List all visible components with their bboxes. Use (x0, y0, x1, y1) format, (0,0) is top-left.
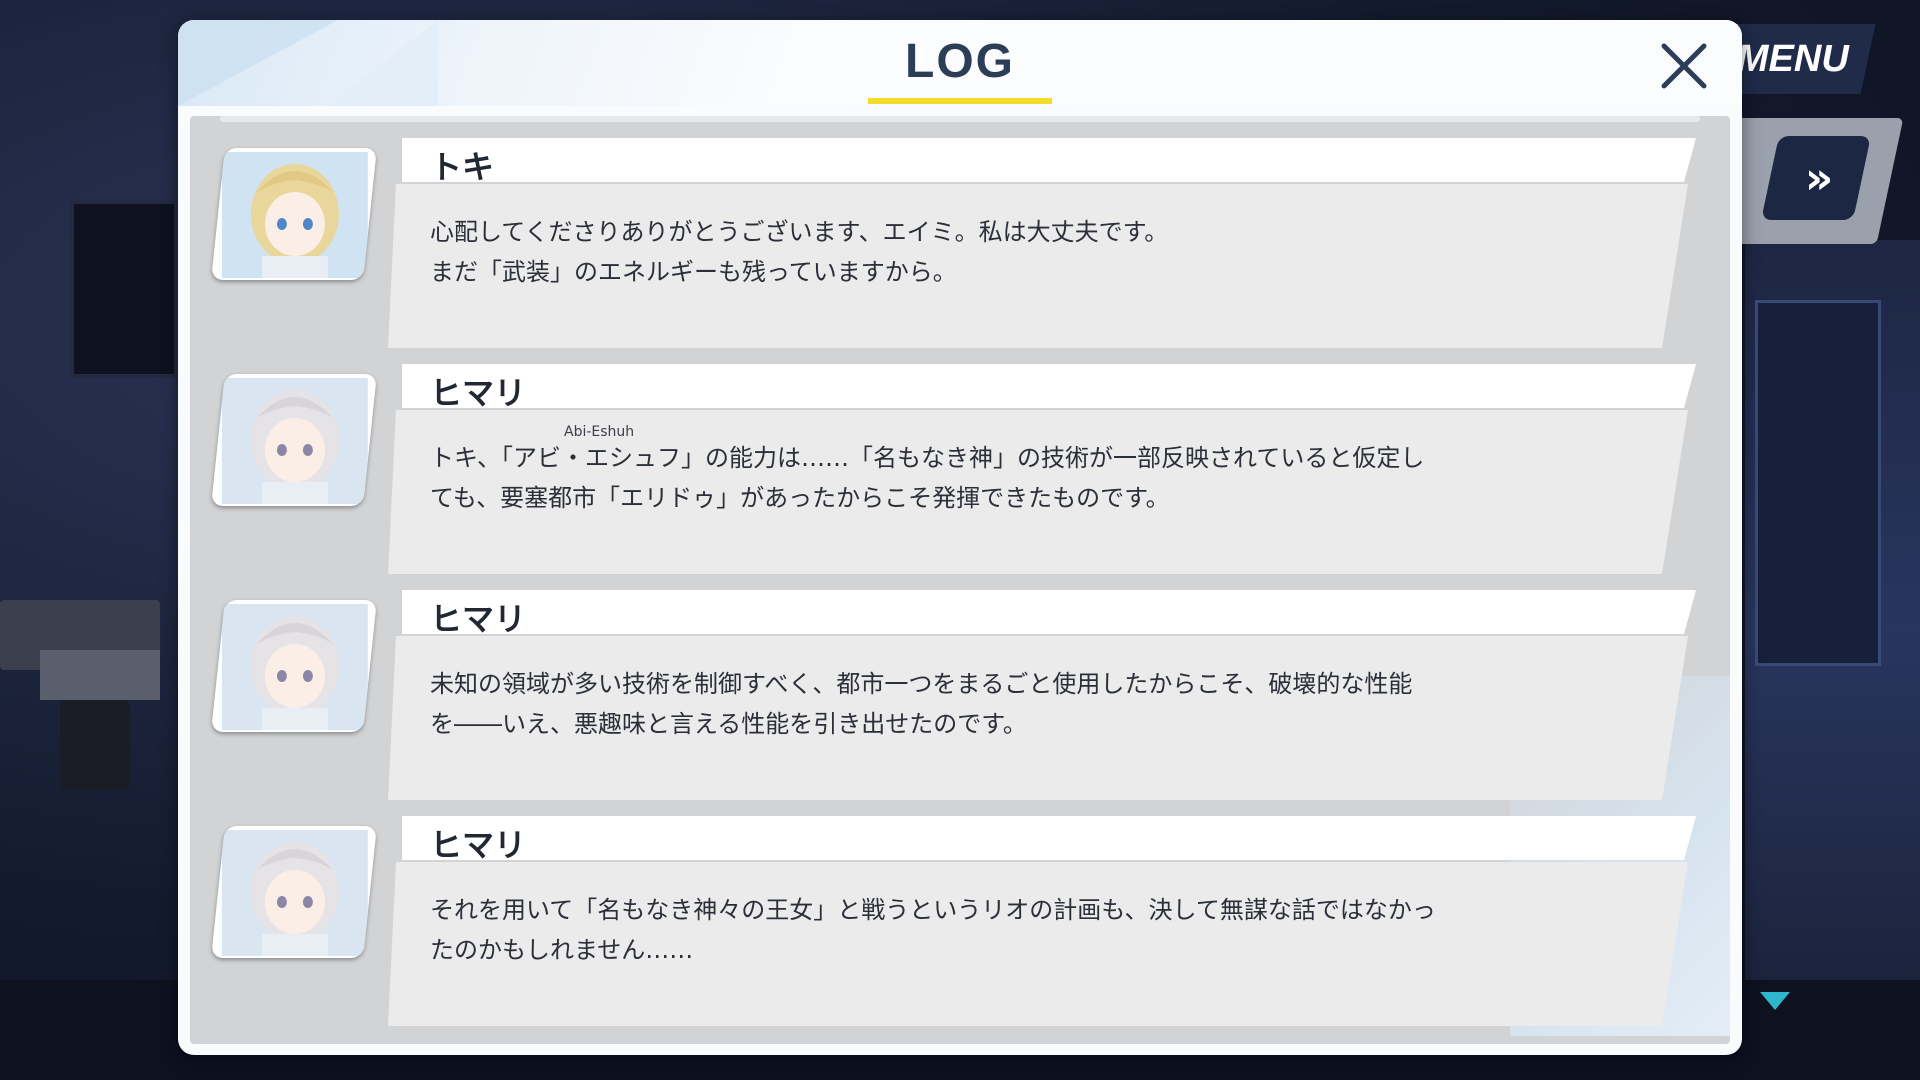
dialogue-bubble: ヒマリ Abi-Eshuh トキ、「アビ・エシュフ」の能力は……「名もなき神」の… (388, 364, 1696, 574)
log-entry-4: ヒマリ それを用いて「名もなき神々の王女」と戦うというリオの計画も、決して無謀な… (190, 816, 1730, 1026)
log-entry-2: ヒマリ Abi-Eshuh トキ、「アビ・エシュフ」の能力は……「名もなき神」の… (190, 364, 1730, 574)
himari-portrait-icon (221, 604, 368, 730)
dialogue-line: を――いえ、悪趣味と言える性能を引き出せたのです。 (430, 710, 1027, 738)
portrait (211, 600, 377, 732)
scroll-down-icon[interactable] (1760, 992, 1790, 1010)
portrait (211, 148, 377, 280)
dialogue-line: 心配してくださりありがとうございます、エイミ。私は大丈夫です。 (430, 218, 1169, 246)
close-icon (1661, 43, 1707, 89)
dialogue-line: それを用いて「名もなき神々の王女」と戦うというリオの計画も、決して無謀な話ではな… (430, 896, 1436, 924)
toki-portrait-icon (221, 152, 368, 278)
background-right-screen (1755, 300, 1881, 666)
speaker-name: ヒマリ (430, 826, 527, 864)
dialogue-text: 心配してくださりありがとうございます、エイミ。私は大丈夫です。 まだ「武装」のエネ… (430, 212, 1530, 292)
log-list[interactable]: トキ 心配してくださりありがとうございます、エイミ。私は大丈夫です。 まだ「武装」… (190, 116, 1730, 1044)
himari-portrait-icon (221, 830, 368, 956)
fast-forward-button[interactable]: » (1761, 136, 1871, 220)
portrait (211, 826, 377, 958)
speaker-name: ヒマリ (430, 600, 527, 638)
log-entry-1: トキ 心配してくださりありがとうございます、エイミ。私は大丈夫です。 まだ「武装」… (190, 138, 1730, 348)
log-window: LOG トキ 心配してくださりありがとうございます、エイミ。私は大丈夫です。 ま… (178, 20, 1742, 1055)
dialogue-text: トキ、「アビ・エシュフ」の能力は……「名もなき神」の技術が一部反映されていると仮… (430, 438, 1530, 518)
speaker-name: トキ (430, 148, 495, 186)
himari-portrait-icon (221, 378, 368, 504)
log-header: LOG (178, 20, 1742, 106)
dialogue-bubble: ヒマリ 未知の領域が多い技術を制御すべく、都市一つをまるごと使用したからこそ、破… (388, 590, 1696, 800)
dialogue-line: たのかもしれません…… (430, 936, 694, 964)
title-underline (868, 98, 1052, 104)
close-button[interactable] (1656, 38, 1712, 94)
dialogue-text: 未知の領域が多い技術を制御すべく、都市一つをまるごと使用したからこそ、破壊的な性… (430, 664, 1530, 744)
dialogue-bubble: ヒマリ それを用いて「名もなき神々の王女」と戦うというリオの計画も、決して無謀な… (388, 816, 1696, 1026)
menu-button-label: MENU (1737, 37, 1849, 80)
background-binder (40, 650, 160, 700)
speaker-name: ヒマリ (430, 374, 527, 412)
fast-forward-icon: » (1804, 152, 1828, 204)
dialogue-line: まだ「武装」のエネルギーも残っていますから。 (430, 258, 957, 286)
list-top-edge (220, 116, 1700, 122)
dialogue-text: それを用いて「名もなき神々の王女」と戦うというリオの計画も、決して無謀な話ではな… (430, 890, 1530, 970)
background-mug (60, 700, 130, 790)
log-title: LOG (905, 35, 1015, 88)
dialogue-line: 未知の領域が多い技術を制御すべく、都市一つをまるごと使用したからこそ、破壊的な性… (430, 670, 1413, 698)
dialogue-bubble: トキ 心配してくださりありがとうございます、エイミ。私は大丈夫です。 まだ「武装」… (388, 138, 1696, 348)
dialogue-line: ても、要塞都市「エリドゥ」があったからこそ発揮できたものです。 (430, 484, 1170, 512)
portrait (211, 374, 377, 506)
background-monitor (70, 200, 178, 378)
log-entry-3: ヒマリ 未知の領域が多い技術を制御すべく、都市一つをまるごと使用したからこそ、破… (190, 590, 1730, 800)
dialogue-line: トキ、「アビ・エシュフ」の能力は……「名もなき神」の技術が一部反映されていると仮… (430, 444, 1425, 472)
